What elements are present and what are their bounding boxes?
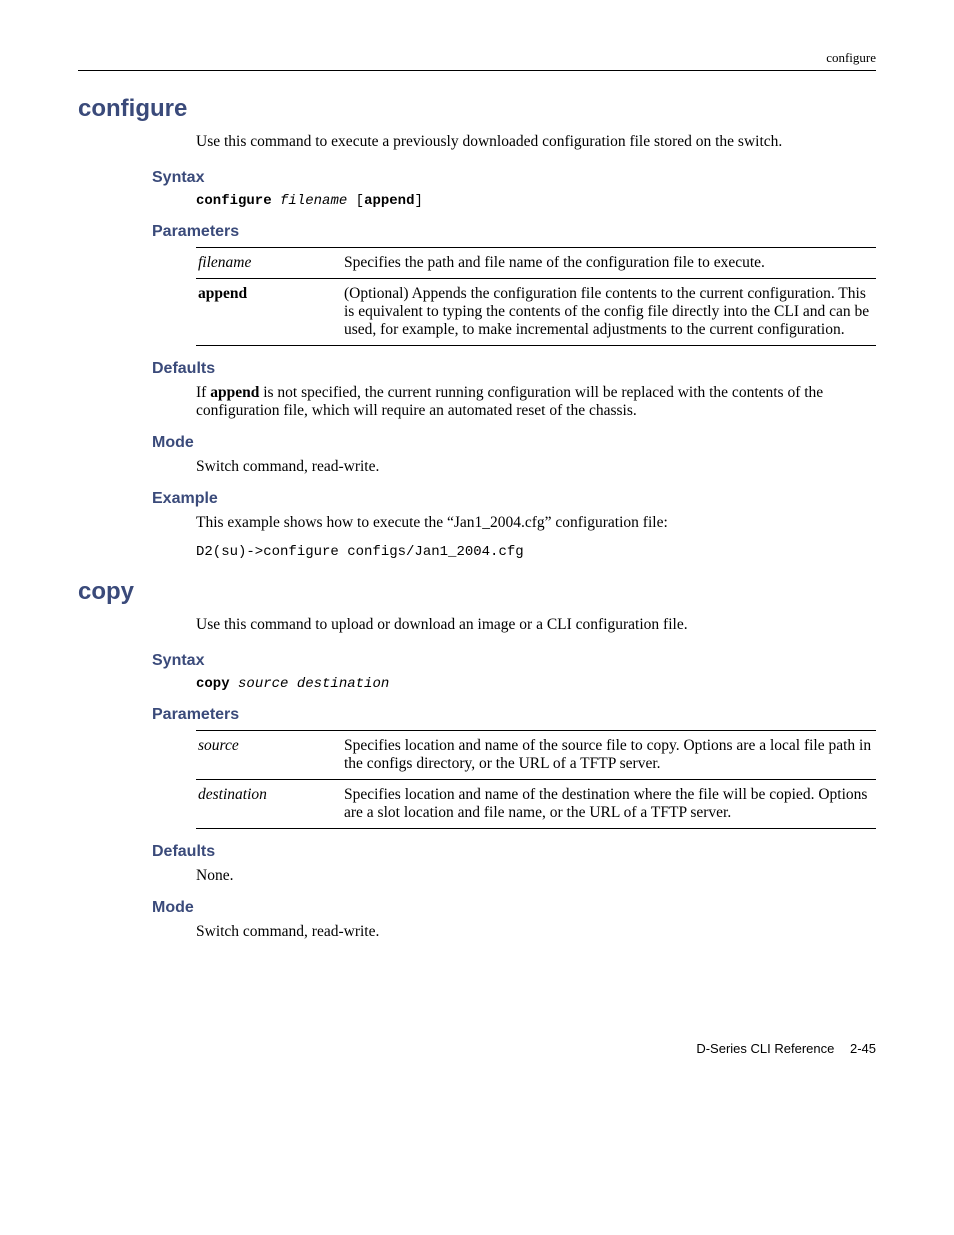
configure-mode: Switch command, read-write. <box>196 458 876 476</box>
text: is not specified, the current running co… <box>196 384 823 419</box>
copy-intro: Use this command to upload or download a… <box>196 616 876 634</box>
command-title-copy: copy <box>78 578 876 606</box>
heading-mode: Mode <box>152 434 876 452</box>
syntax-opt-kw: append <box>364 193 414 209</box>
syntax-cmd: configure <box>196 193 272 209</box>
table-row: append (Optional) Appends the configurat… <box>196 279 876 346</box>
heading-syntax: Syntax <box>152 169 876 187</box>
copy-mode: Switch command, read-write. <box>196 923 876 941</box>
heading-syntax: Syntax <box>152 652 876 670</box>
configure-example-text: This example shows how to execute the “J… <box>196 514 876 532</box>
configure-intro: Use this command to execute a previously… <box>196 133 876 151</box>
syntax-open: [ <box>347 193 364 209</box>
param-name: append <box>196 279 342 346</box>
configure-params-table: filename Specifies the path and file nam… <box>196 247 876 346</box>
footer-page-number: 2-45 <box>850 1041 876 1056</box>
defaults-kw: append <box>210 384 259 401</box>
copy-params-table: source Specifies location and name of th… <box>196 730 876 829</box>
syntax-args: source destination <box>238 676 389 692</box>
param-name: filename <box>196 248 342 279</box>
param-desc: Specifies location and name of the sourc… <box>342 731 876 780</box>
page-header: configure <box>78 50 876 71</box>
page-content: configure configure Use this command to … <box>0 0 954 1096</box>
heading-mode: Mode <box>152 899 876 917</box>
table-row: filename Specifies the path and file nam… <box>196 248 876 279</box>
param-desc: Specifies the path and file name of the … <box>342 248 876 279</box>
configure-syntax: configure filename [append] <box>196 193 876 209</box>
syntax-arg: filename <box>280 193 347 209</box>
syntax-cmd: copy <box>196 676 230 692</box>
text: If <box>196 384 210 401</box>
footer-book: D-Series CLI Reference <box>696 1041 834 1056</box>
table-row: source Specifies location and name of th… <box>196 731 876 780</box>
param-name: source <box>196 731 342 780</box>
table-row: destination Specifies location and name … <box>196 780 876 829</box>
heading-example: Example <box>152 490 876 508</box>
param-desc: (Optional) Appends the configuration fil… <box>342 279 876 346</box>
page-footer: D-Series CLI Reference 2-45 <box>78 1041 876 1056</box>
heading-parameters: Parameters <box>152 706 876 724</box>
configure-defaults: If append is not specified, the current … <box>196 384 876 420</box>
syntax-close: ] <box>414 193 422 209</box>
copy-defaults: None. <box>196 867 876 885</box>
param-desc: Specifies location and name of the desti… <box>342 780 876 829</box>
heading-parameters: Parameters <box>152 223 876 241</box>
header-right: configure <box>826 50 876 65</box>
command-title-configure: configure <box>78 95 876 123</box>
configure-example-code: D2(su)->configure configs/Jan1_2004.cfg <box>196 544 876 560</box>
heading-defaults: Defaults <box>152 360 876 378</box>
heading-defaults: Defaults <box>152 843 876 861</box>
param-name: destination <box>196 780 342 829</box>
copy-syntax: copy source destination <box>196 676 876 692</box>
